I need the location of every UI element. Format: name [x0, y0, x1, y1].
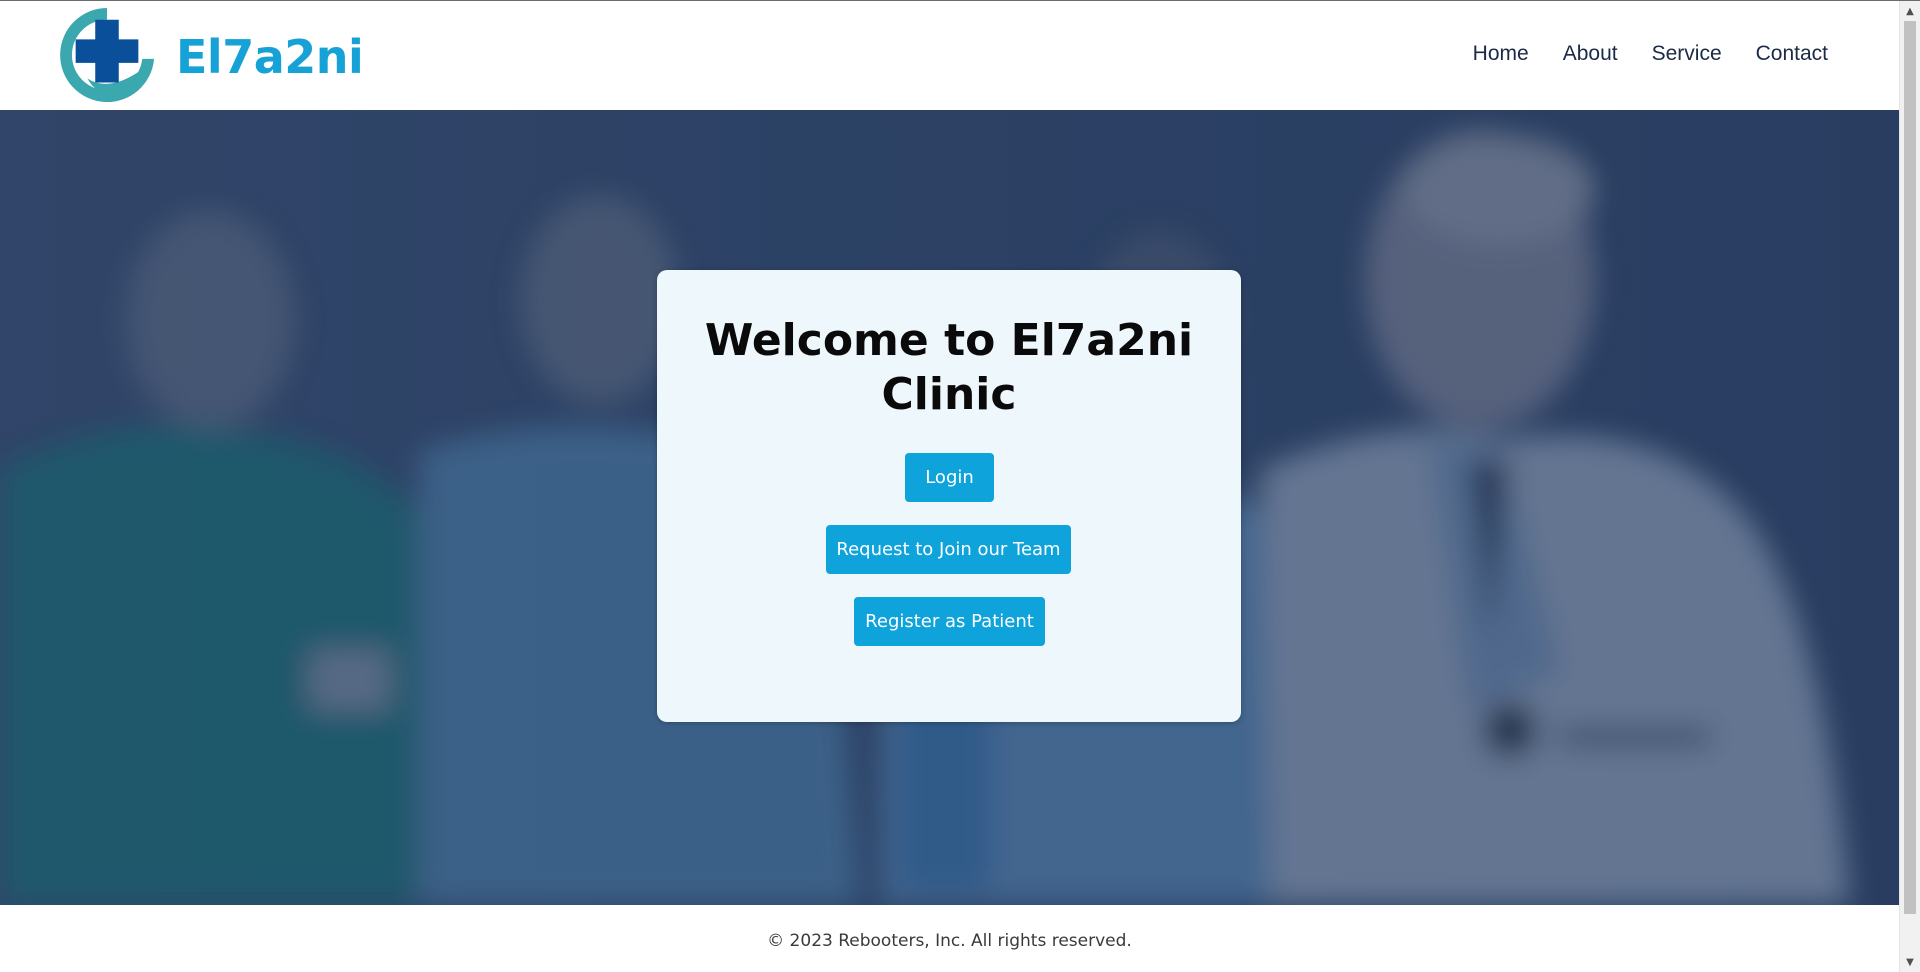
nav-contact[interactable]: Contact: [1756, 39, 1828, 69]
join-team-button[interactable]: Request to Join our Team: [826, 525, 1071, 574]
copyright-text: © 2023 Rebooters, Inc. All rights reserv…: [767, 931, 1132, 951]
page-scrollbar[interactable]: ▲ ▼: [1899, 1, 1920, 972]
welcome-card: Welcome to El7a2ni Clinic Login Request …: [657, 270, 1241, 722]
site-header: El7a2ni Home About Service Contact: [0, 1, 1899, 110]
chevron-down-icon[interactable]: ▼: [1900, 954, 1920, 971]
login-button[interactable]: Login: [905, 453, 994, 502]
nav-home[interactable]: Home: [1473, 39, 1529, 69]
site-footer: © 2023 Rebooters, Inc. All rights reserv…: [0, 905, 1899, 972]
scrollbar-thumb[interactable]: [1904, 21, 1916, 914]
brand-name[interactable]: El7a2ni: [176, 29, 364, 85]
register-patient-button[interactable]: Register as Patient: [854, 597, 1045, 646]
chevron-up-icon[interactable]: ▲: [1900, 3, 1920, 20]
hero-section: Welcome to El7a2ni Clinic Login Request …: [0, 110, 1899, 905]
main-nav: Home About Service Contact: [1473, 39, 1828, 69]
logo-icon[interactable]: [58, 6, 156, 104]
nav-about[interactable]: About: [1563, 39, 1618, 69]
nav-service[interactable]: Service: [1652, 39, 1722, 69]
welcome-title: Welcome to El7a2ni Clinic: [704, 315, 1194, 420]
page: El7a2ni Home About Service Contact Welco…: [0, 0, 1920, 972]
